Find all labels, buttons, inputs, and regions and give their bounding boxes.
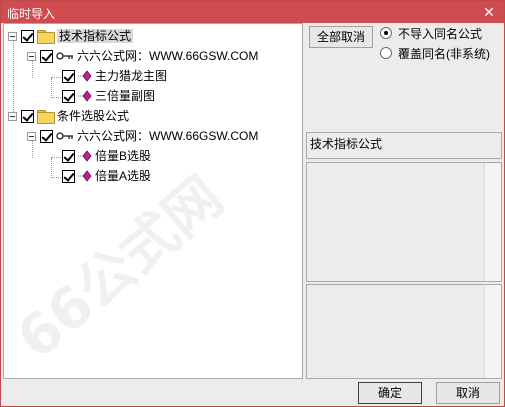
checkbox-checked-icon[interactable] <box>21 29 34 43</box>
checkbox-checked-icon[interactable] <box>62 169 75 183</box>
collapse-icon[interactable] <box>27 51 36 61</box>
collapse-icon[interactable] <box>27 131 36 141</box>
checkbox-checked-icon[interactable] <box>40 49 53 63</box>
tree-node-stock-selection[interactable]: 条件选股公式 <box>8 106 129 126</box>
watermark-logo: 66公式网 <box>5 164 236 373</box>
radio-unselected-icon[interactable] <box>380 47 392 59</box>
description-panel[interactable] <box>306 162 502 282</box>
formula-gem-icon <box>78 150 92 162</box>
window-title: 临时导入 <box>7 7 56 21</box>
vertical-scrollbar[interactable] <box>484 285 501 378</box>
collapse-icon[interactable] <box>8 111 17 121</box>
tree-node-label: 六六公式网：WWW.66GSW.COM <box>77 129 259 143</box>
category-label: 技术指标公式 <box>310 137 383 151</box>
checkbox-checked-icon[interactable] <box>21 109 34 123</box>
cancel-button[interactable]: 取消 <box>436 382 500 404</box>
tree-node-label: 主力猎龙主图 <box>95 69 168 83</box>
tree-node-source-site[interactable]: 六六公式网：WWW.66GSW.COM <box>27 46 258 66</box>
key-icon <box>56 132 73 140</box>
tree-node-formula-volume-a[interactable]: 倍量A选股 <box>62 166 151 186</box>
collapse-icon[interactable] <box>8 31 17 41</box>
ok-button[interactable]: 确定 <box>358 382 422 404</box>
radio-selected-icon[interactable] <box>380 27 392 39</box>
title-bar: 临时导入 ✕ <box>1 1 504 23</box>
key-icon <box>56 52 73 60</box>
deselect-all-button[interactable]: 全部取消 <box>309 26 373 48</box>
tree-node-formula-triple-volume[interactable]: 三倍量副图 <box>62 86 155 106</box>
tree-node-label: 三倍量副图 <box>95 89 156 103</box>
close-icon[interactable]: ✕ <box>480 3 498 21</box>
tree-node-technical-indicators[interactable]: 技术指标公式 <box>8 26 134 46</box>
tree-node-formula-volume-b[interactable]: 倍量B选股 <box>62 146 151 166</box>
formula-tree[interactable]: 技术指标公式 六六公式网：WWW.66GSW.COM 主力猎龙主图 三倍量副图 … <box>3 23 303 379</box>
checkbox-checked-icon[interactable] <box>40 129 53 143</box>
checkbox-checked-icon[interactable] <box>62 69 75 83</box>
tree-node-source-site[interactable]: 六六公式网：WWW.66GSW.COM <box>27 126 258 146</box>
radio-label: 覆盖同名(非系统) <box>398 46 490 61</box>
tree-node-label: 条件选股公式 <box>57 109 130 123</box>
tree-node-label: 倍量B选股 <box>95 149 152 163</box>
tree-node-label: 倍量A选股 <box>95 169 152 183</box>
folder-icon <box>37 30 55 44</box>
folder-icon <box>37 110 55 124</box>
radio-label: 不导入同名公式 <box>398 26 483 41</box>
checkbox-checked-icon[interactable] <box>62 89 75 103</box>
preview-panel[interactable] <box>306 284 502 379</box>
radio-overwrite-same-name[interactable]: 覆盖同名(非系统) <box>380 45 490 61</box>
import-dialog: 临时导入 ✕ 技术指标公式 六六公式网：WWW.66GSW.COM 主力猎龙主图… <box>0 0 505 407</box>
formula-gem-icon <box>78 70 92 82</box>
checkbox-checked-icon[interactable] <box>62 149 75 163</box>
tree-node-formula-main-dragon[interactable]: 主力猎龙主图 <box>62 66 167 86</box>
formula-gem-icon <box>78 90 92 102</box>
tree-node-label: 六六公式网：WWW.66GSW.COM <box>77 49 259 63</box>
formula-gem-icon <box>78 170 92 182</box>
radio-skip-same-name[interactable]: 不导入同名公式 <box>380 25 482 41</box>
tree-node-label: 技术指标公式 <box>57 29 134 43</box>
category-info: 技术指标公式 <box>306 132 502 159</box>
vertical-scrollbar[interactable] <box>484 163 501 281</box>
